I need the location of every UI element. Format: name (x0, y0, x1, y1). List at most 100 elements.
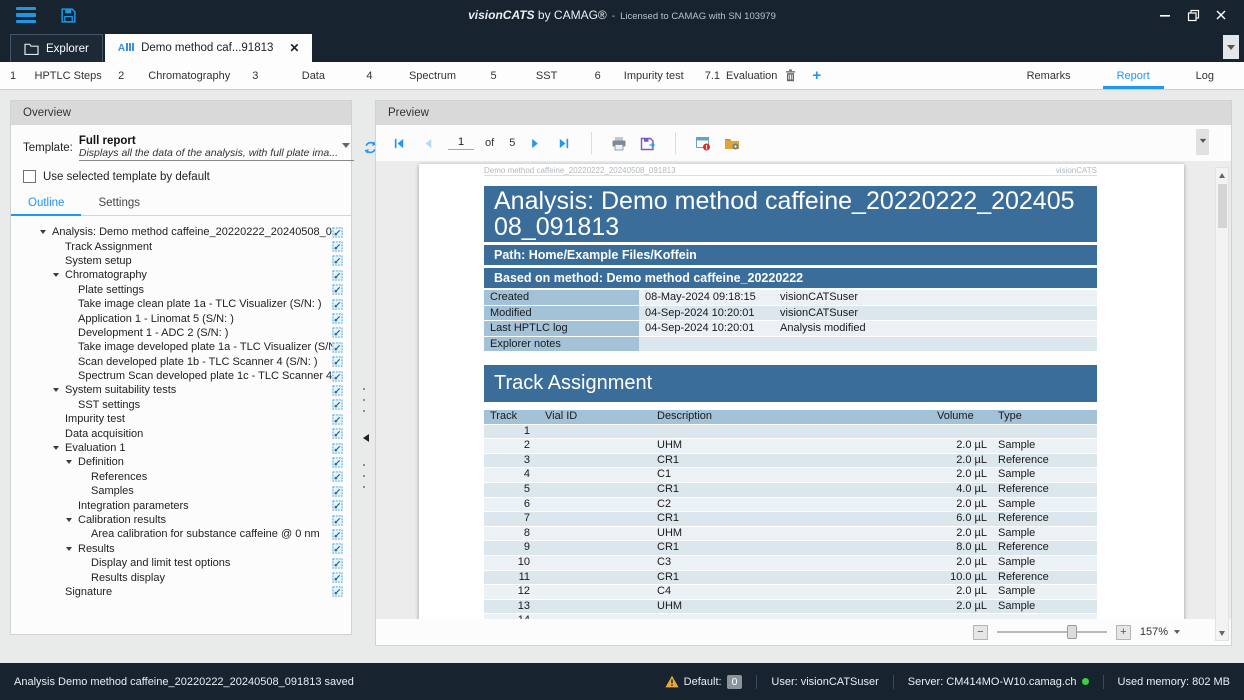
navigate-icon[interactable] (332, 385, 343, 396)
report-status-button[interactable] (694, 134, 712, 152)
tree-item[interactable]: System suitability tests (11, 383, 351, 397)
tree-item[interactable]: Display and limit test options (11, 556, 351, 570)
zoom-level[interactable]: 157% (1140, 626, 1181, 638)
close-button[interactable] (1210, 5, 1232, 25)
scroll-up-icon[interactable] (1216, 169, 1228, 181)
default-notifications[interactable]: Default: 0 (665, 675, 743, 689)
tab-explorer[interactable]: Explorer (10, 34, 103, 62)
navigate-icon[interactable] (332, 558, 343, 569)
splitter-grip[interactable] (363, 464, 365, 488)
navigate-icon[interactable] (332, 227, 343, 238)
tree-item[interactable]: Signature (11, 585, 351, 599)
navigate-icon[interactable] (332, 241, 343, 252)
navigate-icon[interactable] (332, 471, 343, 482)
tree-item[interactable]: Data acquisition (11, 426, 351, 440)
navigate-icon[interactable] (332, 255, 343, 266)
navigate-icon[interactable] (332, 356, 343, 367)
add-step-button[interactable]: + (812, 67, 821, 84)
print-button[interactable] (610, 134, 628, 152)
step-evaluation[interactable]: 7.1Evaluation (703, 62, 778, 89)
tab-report[interactable]: Report (1117, 62, 1150, 89)
navigate-icon[interactable] (332, 414, 343, 425)
collapse-panel-icon[interactable] (359, 434, 369, 442)
tree-item[interactable]: Samples (11, 484, 351, 498)
scroll-down-icon[interactable] (1216, 627, 1228, 639)
tree-item[interactable]: Calibration results (11, 513, 351, 527)
template-dropdown[interactable]: Full report Displays all the data of the… (79, 135, 354, 161)
tree-item[interactable]: Analysis: Demo method caffeine_20220222_… (11, 225, 351, 239)
tab-overflow-button[interactable] (1223, 35, 1239, 59)
tree-item[interactable]: Track Assignment (11, 239, 351, 253)
next-page-button[interactable] (526, 134, 544, 152)
step-data[interactable]: 3Data (250, 62, 364, 89)
expander-icon[interactable] (65, 455, 78, 469)
expander-icon[interactable] (52, 441, 65, 455)
expander-icon[interactable] (52, 268, 65, 282)
restore-button[interactable] (1182, 5, 1204, 25)
zoom-slider-thumb[interactable] (1067, 625, 1077, 639)
step-spectrum[interactable]: 4Spectrum (364, 62, 488, 89)
navigate-icon[interactable] (332, 457, 343, 468)
navigate-icon[interactable] (332, 284, 343, 295)
navigate-icon[interactable] (332, 500, 343, 511)
tab-log[interactable]: Log (1196, 62, 1214, 89)
navigate-icon[interactable] (332, 313, 343, 324)
navigate-icon[interactable] (332, 572, 343, 583)
tab-remarks[interactable]: Remarks (1027, 62, 1071, 89)
preview-scrollbar[interactable] (1215, 167, 1229, 641)
expander-icon[interactable] (65, 513, 78, 527)
tree-item[interactable]: Evaluation 1 (11, 441, 351, 455)
tree-item[interactable]: System setup (11, 254, 351, 268)
navigate-icon[interactable] (332, 270, 343, 281)
panel-splitter[interactable] (352, 90, 375, 663)
last-page-button[interactable] (555, 134, 573, 152)
delete-evaluation-icon[interactable] (785, 69, 796, 82)
navigate-icon[interactable] (332, 443, 343, 454)
tree-item[interactable]: Take image developed plate 1a - TLC Visu… (11, 340, 351, 354)
tab-outline[interactable]: Outline (11, 190, 81, 215)
splitter-grip[interactable] (363, 388, 365, 412)
navigate-icon[interactable] (332, 486, 343, 497)
tree-item[interactable]: Development 1 - ADC 2 (S/N: ) (11, 326, 351, 340)
close-tab-icon[interactable]: ✕ (289, 41, 299, 55)
expander-icon[interactable] (65, 542, 78, 556)
tree-item[interactable]: Spectrum Scan developed plate 1c - TLC S… (11, 369, 351, 383)
navigate-icon[interactable] (332, 342, 343, 353)
navigate-icon[interactable] (332, 399, 343, 410)
navigate-icon[interactable] (332, 515, 343, 526)
tree-item[interactable]: Area calibration for substance caffeine … (11, 527, 351, 541)
navigate-icon[interactable] (332, 586, 343, 597)
tree-item[interactable]: Results display (11, 570, 351, 584)
navigate-icon[interactable] (332, 371, 343, 382)
minimize-button[interactable] (1154, 5, 1176, 25)
expander-icon[interactable] (52, 383, 65, 397)
zoom-in-button[interactable]: + (1116, 625, 1131, 640)
navigate-icon[interactable] (332, 299, 343, 310)
tree-item[interactable]: Results (11, 542, 351, 556)
previous-page-button[interactable] (419, 134, 437, 152)
tree-item[interactable]: SST settings (11, 398, 351, 412)
tree-item[interactable]: Plate settings (11, 283, 351, 297)
tree-item[interactable]: References (11, 470, 351, 484)
navigate-icon[interactable] (332, 543, 343, 554)
report-preview-document[interactable]: Demo method caffeine_20220222_20240508_0… (376, 161, 1231, 619)
first-page-button[interactable] (390, 134, 408, 152)
zoom-slider[interactable] (997, 631, 1107, 633)
scrollbar-thumb[interactable] (1218, 184, 1227, 228)
tree-item[interactable]: Definition (11, 455, 351, 469)
step-chromatography[interactable]: 2Chromatography (116, 62, 250, 89)
tree-item[interactable]: Application 1 - Linomat 5 (S/N: ) (11, 311, 351, 325)
preview-collapse-button[interactable] (1196, 129, 1209, 155)
tree-item[interactable]: Integration parameters (11, 498, 351, 512)
navigate-icon[interactable] (332, 428, 343, 439)
tree-item[interactable]: Chromatography (11, 268, 351, 282)
navigate-icon[interactable] (332, 529, 343, 540)
step-impurity-test[interactable]: 6Impurity test (593, 62, 703, 89)
report-options-button[interactable] (723, 134, 741, 152)
tab-analysis-document[interactable]: A Demo method caf...91813 ✕ (105, 34, 313, 62)
save-icon[interactable] (60, 7, 77, 24)
tree-item[interactable]: Scan developed plate 1b - TLC Scanner 4 … (11, 355, 351, 369)
page-number-input[interactable]: 1 (448, 136, 474, 150)
step-sst[interactable]: 5SST (489, 62, 593, 89)
default-template-checkbox[interactable] (23, 170, 36, 183)
